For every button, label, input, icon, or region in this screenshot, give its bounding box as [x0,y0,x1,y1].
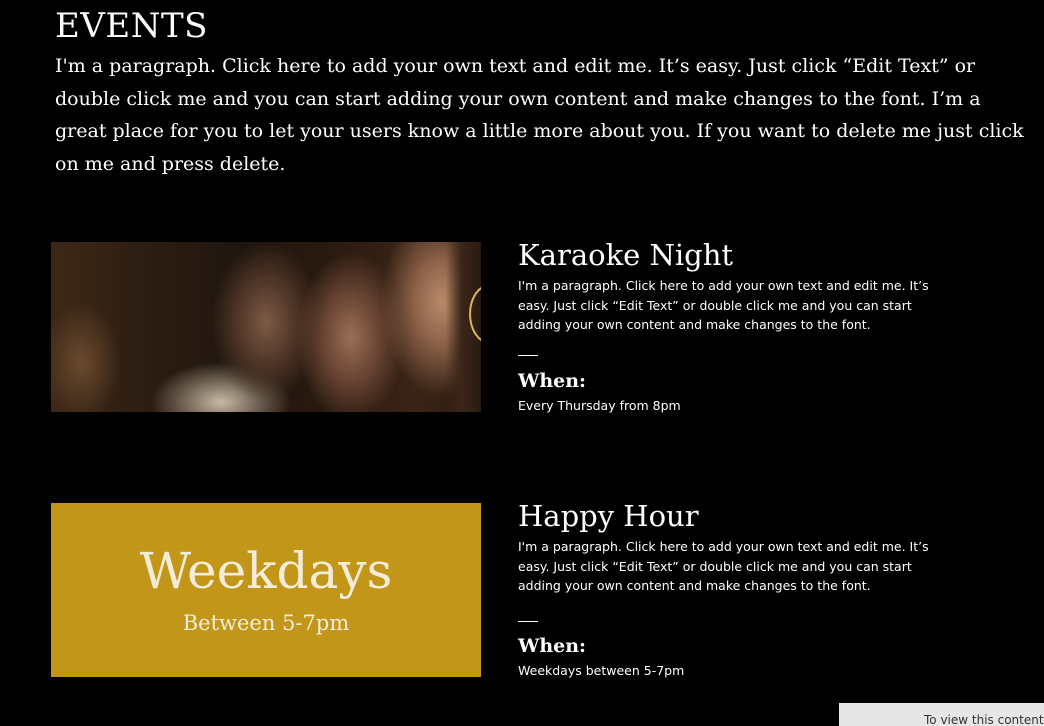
when-label-happy-hour: When: [518,635,587,657]
intro-paragraph: I'm a paragraph. Click here to add your … [55,55,1024,175]
event-title-karaoke: Karaoke Night [518,238,734,272]
content-notice-banner[interactable]: To view this content [839,703,1044,726]
happy-hour-image-subheading: Between 5-7pm [182,611,350,635]
event-description-karaoke: I'm a paragraph. Click here to add your … [518,278,929,332]
event-title-happy-hour: Happy Hour [518,499,699,533]
event-divider [518,355,538,356]
when-value-happy-hour: Weekdays between 5-7pm [518,663,685,678]
content-notice-text: To view this content [924,713,1044,726]
happy-hour-image-heading: Weekdays [139,542,393,600]
karaoke-event-image [51,242,481,412]
event-divider [518,621,538,622]
happy-hour-event-image: Weekdays Between 5-7pm [51,503,481,677]
page: EVENTS I'm a paragraph. Click here to ad… [0,0,1044,726]
page-title: EVENTS [55,6,208,46]
event-description-happy-hour: I'm a paragraph. Click here to add your … [518,539,929,593]
when-value-karaoke: Every Thursday from 8pm [518,398,681,413]
when-label-karaoke: When: [518,370,587,392]
